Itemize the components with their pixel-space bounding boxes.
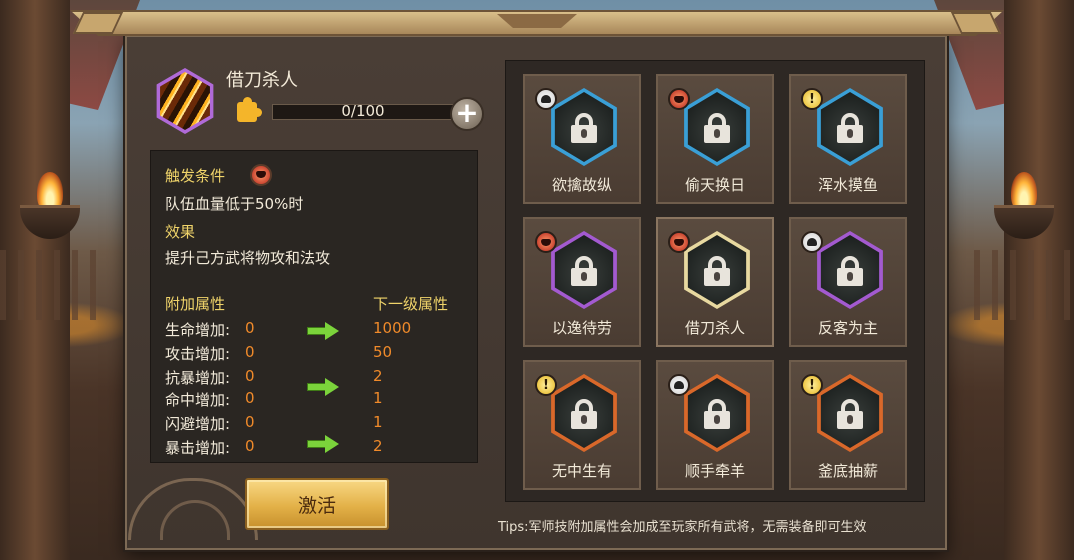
- trigger-text: 队伍血量低于50%时: [165, 195, 304, 213]
- attr-next: 1: [373, 389, 383, 407]
- next-level-header: 下一级属性: [373, 295, 449, 313]
- strategy-name: 顺手牵羊: [684, 462, 745, 480]
- strategy-name: 无中生有: [551, 462, 612, 480]
- attr-next: 1000: [373, 319, 412, 337]
- attr-next: 2: [373, 367, 383, 385]
- strategy-card[interactable]: 反客为主: [789, 217, 907, 347]
- effect-title: 效果: [165, 223, 196, 241]
- attr-label: 暴击增加:: [165, 439, 231, 457]
- attr-label: 命中增加:: [165, 391, 231, 409]
- lock-icon: [571, 399, 597, 429]
- tips-text: Tips:军师技附加属性会加成至玩家所有武将，无需装备即可生效: [498, 520, 867, 535]
- strategy-card[interactable]: 顺手牵羊: [656, 360, 774, 490]
- arrow-right-icon: [307, 322, 341, 340]
- skull-icon: [801, 231, 823, 253]
- exclaim-icon: !: [535, 374, 557, 396]
- lock-icon: [837, 256, 863, 286]
- attr-next: 50: [373, 343, 393, 361]
- activate-label: 激活: [297, 494, 336, 517]
- strategy-name: 反客为主: [817, 319, 878, 337]
- strategy-card[interactable]: ! 釜底抽薪: [789, 360, 907, 490]
- strategy-card[interactable]: ! 浑水摸鱼: [789, 74, 907, 204]
- attr-current: 0: [245, 367, 255, 385]
- strategy-card[interactable]: 借刀杀人: [656, 217, 774, 347]
- red-face-icon: [535, 231, 557, 253]
- arrow-right-icon: [307, 378, 341, 396]
- skill-info-box: 触发条件 队伍血量低于50%时 效果 提升己方武将物攻和法攻 附加属性 下一级属…: [150, 150, 478, 463]
- attr-label: 闪避增加:: [165, 415, 231, 433]
- lock-icon: [837, 399, 863, 429]
- lock-icon: [704, 399, 730, 429]
- lock-icon: [571, 113, 597, 143]
- attr-label: 生命增加:: [165, 321, 231, 339]
- fragment-progress-text: 0/100: [341, 102, 385, 120]
- strategy-name: 欲擒故纵: [551, 176, 612, 194]
- exclaim-icon: !: [801, 88, 823, 110]
- add-fragment-button[interactable]: +: [450, 97, 484, 131]
- strategy-name: 借刀杀人: [684, 319, 745, 337]
- strategy-name: 偷天换日: [684, 176, 745, 194]
- attribute-header: 附加属性: [165, 295, 226, 313]
- strategy-card[interactable]: 偷天换日: [656, 74, 774, 204]
- arrow-right-icon: [307, 435, 341, 453]
- attr-next: 1: [373, 413, 383, 431]
- activate-button[interactable]: 激活: [245, 478, 389, 530]
- attr-current: 0: [245, 343, 255, 361]
- lock-icon: [704, 113, 730, 143]
- skull-icon: [668, 374, 690, 396]
- background-fence-left: [0, 250, 100, 320]
- strategy-name: 浑水摸鱼: [817, 176, 878, 194]
- attr-label: 攻击增加:: [165, 345, 231, 363]
- exclaim-icon: !: [801, 374, 823, 396]
- lock-icon: [837, 113, 863, 143]
- puzzle-fragment-icon: [234, 97, 264, 125]
- attr-current: 0: [245, 437, 255, 455]
- attr-current: 0: [245, 389, 255, 407]
- skull-icon: [535, 88, 557, 110]
- strategy-card[interactable]: 欲擒故纵: [523, 74, 641, 204]
- strategy-card[interactable]: ! 无中生有: [523, 360, 641, 490]
- skill-icon: [152, 68, 218, 134]
- skill-name: 借刀杀人: [226, 70, 298, 91]
- strategy-card[interactable]: 以逸待劳: [523, 217, 641, 347]
- red-face-icon: [668, 231, 690, 253]
- attr-next: 2: [373, 437, 383, 455]
- attr-label: 抗暴增加:: [165, 369, 231, 387]
- red-face-icon: [250, 164, 272, 186]
- background-fence-right: [974, 250, 1074, 320]
- attr-current: 0: [245, 319, 255, 337]
- attr-current: 0: [245, 413, 255, 431]
- strategy-name: 釜底抽薪: [817, 462, 878, 480]
- strategy-name: 以逸待劳: [551, 319, 612, 337]
- lock-icon: [704, 256, 730, 286]
- effect-text: 提升己方武将物攻和法攻: [165, 249, 331, 267]
- trigger-title: 触发条件: [165, 167, 226, 185]
- red-face-icon: [668, 88, 690, 110]
- plus-icon: +: [455, 95, 479, 129]
- lock-icon: [571, 256, 597, 286]
